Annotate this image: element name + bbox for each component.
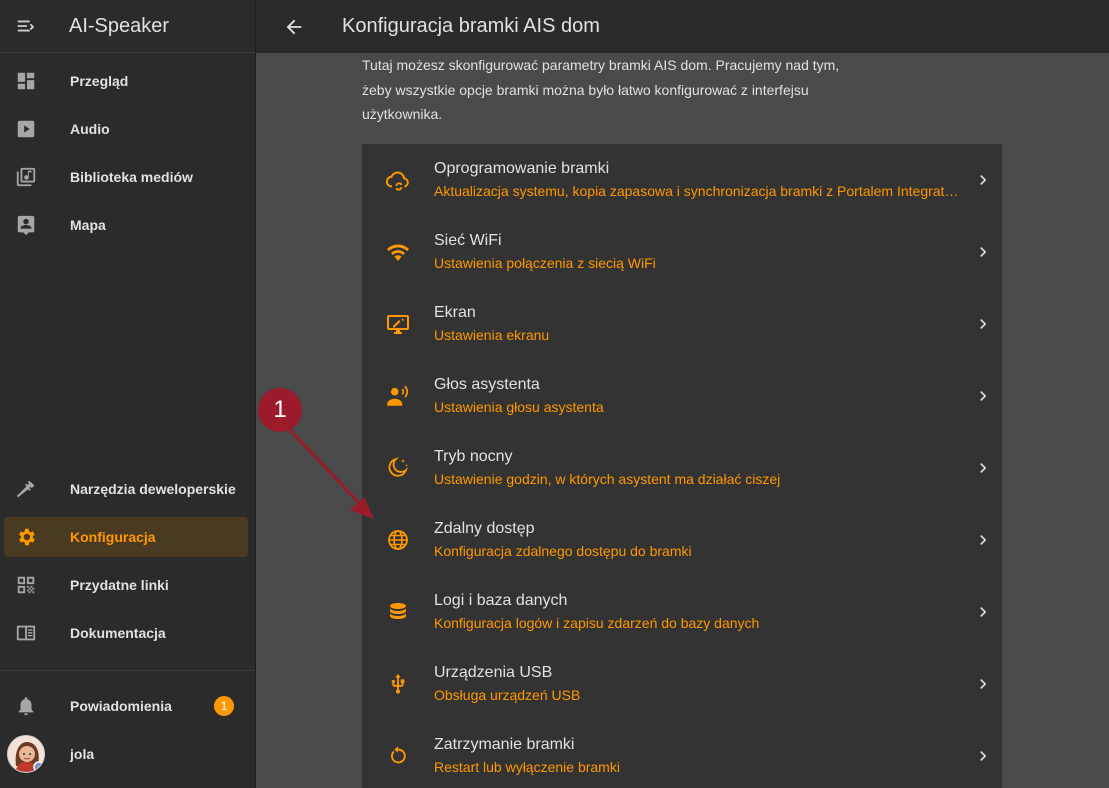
globe-icon xyxy=(362,528,434,552)
settings-row-stop[interactable]: Zatrzymanie bramki Restart lub wyłączeni… xyxy=(362,720,1002,788)
chevron-right-icon xyxy=(964,602,1002,622)
settings-row-voice[interactable]: Głos asystenta Ustawienia głosu asystent… xyxy=(362,360,1002,432)
sidebar-item-mapa[interactable]: Mapa xyxy=(4,205,248,245)
settings-row-subtitle: Ustawienie godzin, w których asystent ma… xyxy=(434,471,781,487)
settings-row-subtitle: Obsługa urządzeń USB xyxy=(434,687,581,703)
settings-row-subtitle: Restart lub wyłączenie bramki xyxy=(434,759,620,775)
sidebar-item-label: Mapa xyxy=(70,217,106,233)
sidebar-item-narzedzia[interactable]: Narzędzia deweloperskie xyxy=(4,469,248,509)
arrow-left-icon xyxy=(286,19,302,34)
settings-row-logs[interactable]: Logi i baza danych Konfiguracja logów i … xyxy=(362,576,1002,648)
intro-line: żeby wszystkie opcje bramki można było ł… xyxy=(362,81,809,98)
music-library-icon xyxy=(4,166,48,188)
settings-row-title: Sieć WiFi xyxy=(434,232,502,249)
settings-row-night-mode[interactable]: Tryb nocny Ustawienie godzin, w których … xyxy=(362,432,1002,504)
database-icon xyxy=(362,600,434,624)
settings-row-software[interactable]: Oprogramowanie bramki Aktualizacja syste… xyxy=(362,144,1002,216)
book-icon xyxy=(4,622,48,644)
sidebar: AI-Speaker Przegląd Audio Biblioteka med… xyxy=(0,0,256,788)
menu-toggle-button[interactable] xyxy=(0,0,52,53)
notification-count-badge: 1 xyxy=(214,696,234,716)
sidebar-item-label: Dokumentacja xyxy=(70,625,166,641)
user-name: jola xyxy=(70,746,95,762)
chevron-right-icon xyxy=(964,674,1002,694)
sidebar-item-dokumentacja[interactable]: Dokumentacja xyxy=(4,613,248,653)
sidebar-item-biblioteka[interactable]: Biblioteka mediów xyxy=(4,157,248,197)
settings-row-wifi[interactable]: Sieć WiFi Ustawienia połączenia z siecią… xyxy=(362,216,1002,288)
sidebar-item-linki[interactable]: Przydatne linki xyxy=(4,565,248,605)
page-title: Konfiguracja bramki AIS dom xyxy=(342,15,600,37)
bell-icon xyxy=(4,695,48,717)
hammer-icon xyxy=(4,478,48,500)
settings-row-usb[interactable]: Urządzenia USB Obsługa urządzeń USB xyxy=(362,648,1002,720)
settings-row-title: Głos asystenta xyxy=(434,376,540,393)
settings-row-subtitle: Konfiguracja zdalnego dostępu do bramki xyxy=(434,543,692,559)
settings-row-title: Tryb nocny xyxy=(434,448,513,465)
monitor-icon xyxy=(362,312,434,336)
back-button[interactable] xyxy=(256,0,332,53)
chevron-right-icon xyxy=(964,746,1002,766)
sidebar-item-label: Przydatne linki xyxy=(70,577,169,593)
settings-row-subtitle: Ustawienia ekranu xyxy=(434,327,550,343)
chevron-right-icon xyxy=(964,458,1002,478)
chevron-right-icon xyxy=(964,314,1002,334)
chevron-right-icon xyxy=(964,386,1002,406)
settings-row-remote-access[interactable]: Zdalny dostęp Konfiguracja zdalnego dost… xyxy=(362,504,1002,576)
usb-icon xyxy=(362,673,434,695)
settings-row-subtitle: Konfiguracja logów i zapisu zdarzeń do b… xyxy=(434,615,760,631)
chevron-right-icon xyxy=(964,242,1002,262)
wifi-icon xyxy=(362,240,434,264)
sidebar-item-konfiguracja[interactable]: Konfiguracja xyxy=(4,517,248,557)
sidebar-item-label: Narzędzia deweloperskie xyxy=(70,481,236,497)
chevron-right-icon xyxy=(964,530,1002,550)
sidebar-header: AI-Speaker xyxy=(0,0,255,53)
sidebar-divider xyxy=(0,670,255,671)
sidebar-item-przeglad[interactable]: Przegląd xyxy=(4,61,248,101)
settings-row-screen[interactable]: Ekran Ustawienia ekranu xyxy=(362,288,1002,360)
settings-row-title: Ekran xyxy=(434,304,476,321)
settings-row-title: Oprogramowanie bramki xyxy=(434,160,610,177)
account-box-icon xyxy=(4,214,48,236)
settings-row-subtitle: Ustawienia głosu asystenta xyxy=(434,399,604,415)
voice-icon xyxy=(362,383,434,409)
sidebar-item-label: Przegląd xyxy=(70,73,129,89)
user-avatar xyxy=(4,735,48,773)
intro-line: Tutaj możesz skonfigurować parametry bra… xyxy=(362,57,840,73)
app-title: AI-Speaker xyxy=(69,14,170,37)
sidebar-item-label: Konfiguracja xyxy=(70,529,156,545)
sidebar-item-label: Powiadomienia xyxy=(70,698,172,714)
sidebar-item-user[interactable]: jola xyxy=(4,734,248,774)
qrcode-icon xyxy=(4,574,48,596)
sidebar-item-label: Biblioteka mediów xyxy=(70,169,193,185)
gear-icon xyxy=(4,526,48,548)
settings-row-title: Urządzenia USB xyxy=(434,664,553,681)
settings-row-subtitle: Aktualizacja systemu, kopia zapasowa i s… xyxy=(434,183,959,199)
intro-line: użytkownika. xyxy=(362,106,443,122)
settings-row-title: Logi i baza danych xyxy=(434,592,568,609)
cloud-sync-icon xyxy=(362,167,434,193)
top-app-bar: Konfiguracja bramki AIS dom xyxy=(256,0,1109,53)
intro-text: Tutaj możesz skonfigurować parametry bra… xyxy=(362,53,852,127)
annotation-marker: 1 xyxy=(258,388,302,432)
settings-card: Oprogramowanie bramki Aktualizacja syste… xyxy=(362,144,1002,788)
sidebar-item-powiadomienia[interactable]: Powiadomienia 1 xyxy=(4,686,248,726)
settings-row-subtitle: Ustawienia połączenia z siecią WiFi xyxy=(434,255,656,271)
dashboard-icon xyxy=(4,70,48,92)
restart-icon xyxy=(362,745,434,767)
sidebar-item-audio[interactable]: Audio xyxy=(4,109,248,149)
settings-row-title: Zatrzymanie bramki xyxy=(434,736,575,753)
chevron-right-icon xyxy=(964,170,1002,190)
sidebar-item-label: Audio xyxy=(70,121,110,137)
avatar xyxy=(7,735,45,773)
settings-row-title: Zdalny dostęp xyxy=(434,520,535,537)
moon-icon xyxy=(362,456,434,480)
menu-collapse-icon xyxy=(17,20,35,32)
person-avatar-icon xyxy=(8,736,44,772)
play-box-icon xyxy=(4,118,48,140)
